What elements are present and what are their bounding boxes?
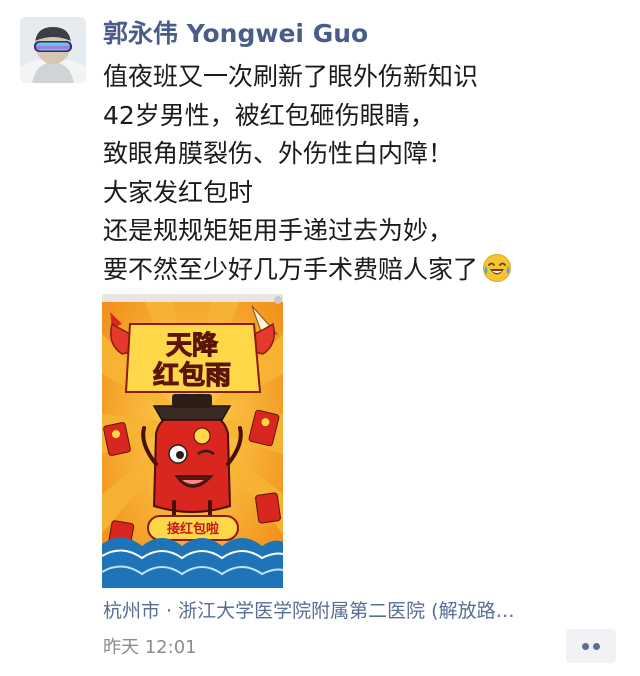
avatar[interactable] (20, 17, 86, 83)
post-line: 值夜班又一次刷新了眼外伤新知识 (103, 62, 479, 91)
author-name[interactable]: 郭永伟 Yongwei Guo (103, 17, 368, 51)
poster-title-1: 天降 (166, 331, 219, 361)
post-line-text: 要不然至少好几万手术费赔人家了 (103, 254, 479, 284)
poster-title-2: 红包雨 (153, 360, 231, 391)
poster-image[interactable]: 天降 红包雨 接红包啦 (102, 294, 283, 588)
more-dots-icon (582, 643, 589, 650)
post-location[interactable]: 杭州市 · 浙江大学医学院附属第二医院 (解放路… (103, 598, 608, 624)
avatar-skier-image (20, 17, 86, 83)
post-line-last: 要不然至少好几万手术费赔人家了 (103, 251, 623, 290)
red-packet-rain-poster: 天降 红包雨 接红包啦 (102, 294, 283, 588)
more-button[interactable] (566, 629, 616, 663)
post-line: 大家发红包时 (103, 177, 254, 207)
post-time: 昨天 12:01 (103, 637, 197, 658)
post-line: 还是规规矩矩用手递过去为妙， (103, 216, 454, 245)
post-text: 值夜班又一次刷新了眼外伤新知识 42岁男性，被红包砸伤眼睛， 致眼角膜裂伤、外伤… (103, 58, 623, 289)
laugh-cry-emoji-icon (483, 253, 512, 282)
post-line: 致眼角膜裂伤、外伤性白内障！ (103, 139, 454, 168)
poster-button-label: 接红包啦 (167, 521, 219, 537)
more-dots-icon (593, 643, 600, 650)
post-line: 42岁男性，被红包砸伤眼睛， (103, 100, 435, 130)
